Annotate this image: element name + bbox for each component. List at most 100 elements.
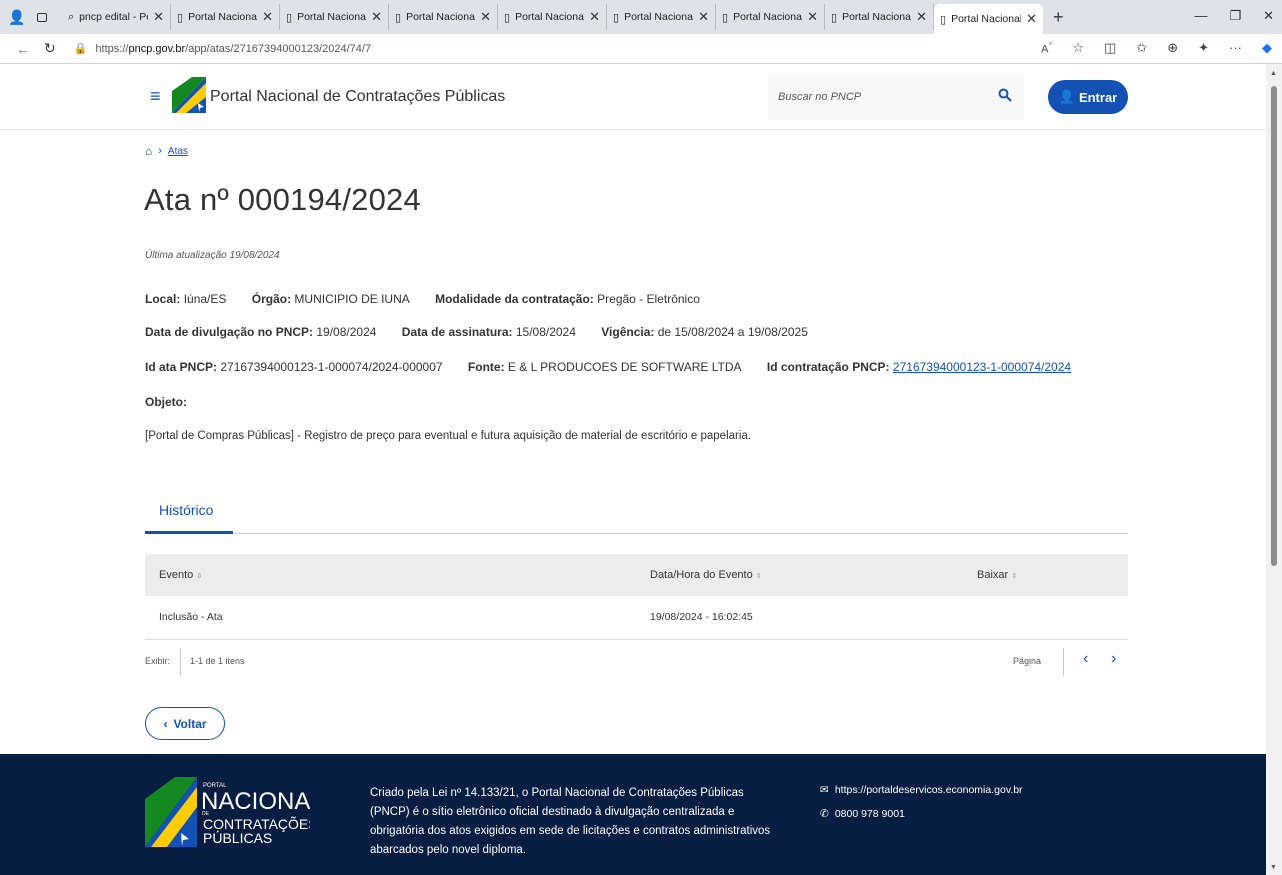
page-content: ≡ Portal Nacional de Contratações Públic… bbox=[0, 64, 1266, 875]
scroll-up-icon[interactable]: ▲ bbox=[1270, 70, 1277, 77]
site-title[interactable]: Portal Nacional de Contratações Públicas bbox=[210, 88, 505, 106]
footer-description: Criado pela Lei nº 14.133/21, o Portal N… bbox=[370, 787, 771, 856]
orgao-label: Órgão: bbox=[251, 292, 292, 306]
breadcrumb-atas[interactable]: Atas bbox=[168, 146, 188, 157]
page-icon: ▯ bbox=[722, 11, 729, 24]
browser-tab[interactable]: ⌕ pncp edital - Pesquisa ✕ bbox=[62, 4, 171, 30]
pncp-footer-logo[interactable]: PORTAL NACIONAL DE CONTRATAÇÕES PÚBLICAS bbox=[145, 777, 310, 847]
browser-tab-title: Portal Nacional de Co bbox=[406, 11, 476, 23]
site-header: ≡ Portal Nacional de Contratações Públic… bbox=[0, 64, 1266, 130]
browser-tab[interactable]: ▯ Portal Nacional de Co ✕ bbox=[280, 4, 389, 30]
local-label: Local: bbox=[145, 292, 181, 306]
back-icon[interactable]: ← bbox=[16, 41, 30, 57]
profile-icon[interactable]: 👤 bbox=[8, 9, 25, 26]
historico-table: Evento ⇳ Data/Hora do Evento ⇳ Baixar ⇳ … bbox=[145, 554, 1128, 640]
id-ata-value: 27167394000123-1-000074/2024-000007 bbox=[220, 360, 443, 374]
close-tab-icon[interactable]: ✕ bbox=[807, 9, 818, 25]
scroll-down-icon[interactable]: ▼ bbox=[1270, 864, 1277, 871]
col-evento[interactable]: Evento ⇳ bbox=[159, 554, 202, 598]
url-field[interactable]: 🔒 https://pncp.gov.br/app/atas/271673940… bbox=[73, 42, 371, 56]
copilot-icon[interactable]: ◆ bbox=[1262, 40, 1272, 56]
close-tab-icon[interactable]: ✕ bbox=[480, 9, 491, 25]
pagina-label[interactable]: Página bbox=[1013, 656, 1041, 666]
url-prefix: https:// bbox=[95, 42, 129, 55]
tab-actions-icon[interactable] bbox=[37, 12, 48, 22]
refresh-icon[interactable]: ↻ bbox=[44, 40, 56, 57]
minimize-icon[interactable]: — bbox=[1194, 8, 1207, 24]
close-tab-icon[interactable]: ✕ bbox=[589, 9, 600, 25]
browser-tab[interactable]: ▯ Portal Nacional de Co ✕ bbox=[716, 4, 825, 30]
menu-icon[interactable]: ≡ bbox=[150, 86, 161, 107]
browser-tab[interactable]: ▯ Portal Nacional de Co ✕ bbox=[498, 4, 607, 30]
browser-tab-title: Portal Nacional de Co bbox=[188, 11, 258, 23]
read-aloud-icon[interactable]: Aᐟ bbox=[1041, 40, 1052, 56]
next-page-icon[interactable]: › bbox=[1111, 650, 1116, 668]
footer-contacts: ✉ https://portaldeservicos.economia.gov.b… bbox=[820, 784, 1023, 832]
tab-strip: Histórico bbox=[145, 494, 1128, 534]
home-icon[interactable]: ⌂ bbox=[145, 144, 152, 158]
sort-icon[interactable]: ⇳ bbox=[756, 573, 762, 580]
scrollbar-thumb[interactable] bbox=[1271, 86, 1277, 566]
close-tab-icon[interactable]: ✕ bbox=[1026, 11, 1037, 27]
more-icon[interactable]: ··· bbox=[1229, 40, 1242, 56]
exibir-label[interactable]: Exibir: bbox=[145, 656, 170, 666]
page-scrollbar[interactable]: ▲ ▼ bbox=[1266, 64, 1282, 875]
user-icon: 👤 bbox=[1058, 89, 1075, 104]
browser-tab[interactable]: ▯ Portal Nacional de Co ✕ bbox=[389, 4, 498, 30]
info-row-2: Data de divulgação no PNCP: 19/08/2024 D… bbox=[145, 325, 830, 339]
page-icon: ▯ bbox=[177, 11, 184, 24]
tab-historico[interactable]: Histórico bbox=[145, 494, 233, 534]
browser-tab[interactable]: ▯ Portal Nacional de Co ✕ bbox=[607, 4, 716, 30]
favorite-star-icon[interactable]: ☆ bbox=[1072, 40, 1084, 56]
restore-icon[interactable]: ❐ bbox=[1229, 8, 1241, 24]
id-contratacao-link[interactable]: 27167394000123-1-000074/2024 bbox=[893, 360, 1071, 374]
sort-icon[interactable]: ⇳ bbox=[1011, 573, 1017, 580]
objeto-value: [Portal de Compras Públicas] - Registro … bbox=[145, 430, 751, 442]
split-screen-icon[interactable]: ◫ bbox=[1104, 40, 1116, 56]
assinatura-label: Data de assinatura: bbox=[401, 325, 513, 339]
contact-url[interactable]: https://portaldeservicos.economia.gov.br bbox=[835, 784, 1023, 796]
back-button[interactable]: ‹ Voltar bbox=[145, 707, 225, 740]
objeto-label: Objeto: bbox=[145, 395, 187, 409]
search-input[interactable]: Buscar no PNCP bbox=[768, 74, 1024, 120]
back-label: Voltar bbox=[173, 716, 207, 731]
search-icon[interactable] bbox=[998, 88, 1012, 102]
cell-evento: Inclusão - Ata bbox=[159, 611, 223, 623]
login-label: Entrar bbox=[1078, 89, 1118, 105]
close-tab-icon[interactable]: ✕ bbox=[262, 9, 273, 25]
browser-tab-title: Portal Nacional de Co bbox=[624, 11, 694, 23]
info-row-3: Id ata PNCP: 27167394000123-1-000074/202… bbox=[145, 360, 1093, 374]
sort-icon[interactable]: ⇳ bbox=[196, 573, 202, 580]
col-baixar[interactable]: Baixar ⇳ bbox=[977, 554, 1017, 598]
item-count: 1-1 de 1 itens bbox=[190, 656, 245, 666]
pncp-logo-icon[interactable] bbox=[172, 77, 206, 113]
modalidade-label: Modalidade da contratação: bbox=[435, 292, 594, 306]
mail-icon: ✉ bbox=[820, 784, 829, 796]
orgao-value: MUNICIPIO DE IUNA bbox=[294, 292, 410, 306]
fonte-label: Fonte: bbox=[467, 360, 505, 374]
collections-icon[interactable]: ⊕ bbox=[1167, 40, 1178, 56]
extensions-icon[interactable]: ✦ bbox=[1198, 40, 1209, 56]
close-tab-icon[interactable]: ✕ bbox=[371, 9, 382, 25]
modalidade-value: Pregão - Eletrônico bbox=[597, 292, 700, 306]
login-button[interactable]: 👤 Entrar bbox=[1048, 80, 1128, 114]
prev-page-icon[interactable]: ‹ bbox=[1083, 650, 1088, 668]
browser-tab[interactable]: ▯ Portal Nacional de Co ✕ bbox=[934, 4, 1043, 34]
info-row-1: Local: Iúna/ES Órgão: MUNICIPIO DE IUNA … bbox=[145, 292, 722, 306]
new-tab-icon[interactable]: + bbox=[1053, 7, 1064, 28]
browser-tab[interactable]: ▯ Portal Nacional de Co ✕ bbox=[171, 4, 280, 30]
close-window-icon[interactable]: ✕ bbox=[1263, 8, 1274, 24]
logo-publicas-text: PÚBLICAS bbox=[203, 830, 272, 846]
lock-icon: 🔒 bbox=[73, 43, 88, 55]
close-tab-icon[interactable]: ✕ bbox=[153, 9, 164, 25]
close-tab-icon[interactable]: ✕ bbox=[916, 9, 927, 25]
favorites-icon[interactable]: ✩ bbox=[1136, 40, 1147, 56]
col-data-hora[interactable]: Data/Hora do Evento ⇳ bbox=[650, 554, 762, 598]
page-icon: ▯ bbox=[395, 11, 402, 24]
page-icon: ▯ bbox=[286, 11, 293, 24]
close-tab-icon[interactable]: ✕ bbox=[698, 9, 709, 25]
contact-phone[interactable]: 0800 978 9001 bbox=[835, 808, 905, 820]
cell-data-hora: 19/08/2024 - 16:02:45 bbox=[650, 611, 753, 623]
browser-tab[interactable]: ▯ Portal Nacional de Co ✕ bbox=[825, 4, 934, 30]
page-icon: ▯ bbox=[504, 11, 511, 24]
